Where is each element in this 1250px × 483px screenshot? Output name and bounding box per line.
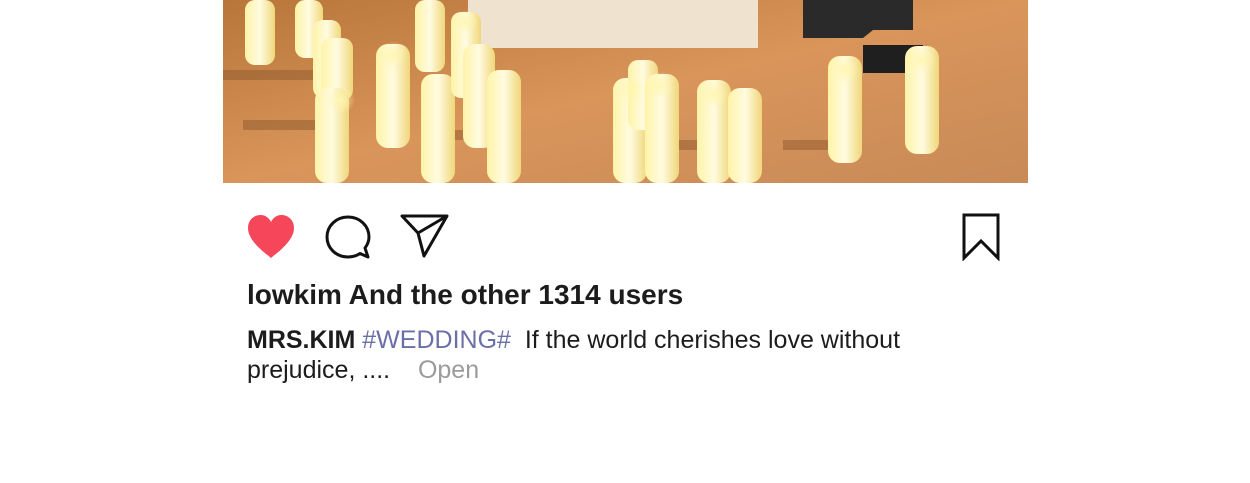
caption-open-link[interactable]: Open [418,356,479,384]
send-icon [400,214,449,258]
caption-text: If the world cherishes love without [524,326,901,354]
heart-filled-icon [248,215,294,258]
post-image[interactable] [223,0,1028,183]
comment-button[interactable] [325,214,371,260]
save-button[interactable] [961,213,1001,261]
share-button[interactable] [400,213,450,259]
caption-hashtag[interactable]: #WEDDING# [362,326,511,354]
like-button[interactable] [246,214,296,260]
candle-photo [223,0,1028,183]
caption-author[interactable]: MRS.KIM [247,326,355,354]
post-caption: MRS.KIM #WEDDING# If the world cherishes… [247,325,947,385]
likes-summary[interactable]: lowkim And the other 1314 users [247,279,683,311]
comment-icon [325,215,371,259]
bookmark-icon [962,213,1000,261]
caption-text-continued: prejudice, .... [247,356,391,384]
